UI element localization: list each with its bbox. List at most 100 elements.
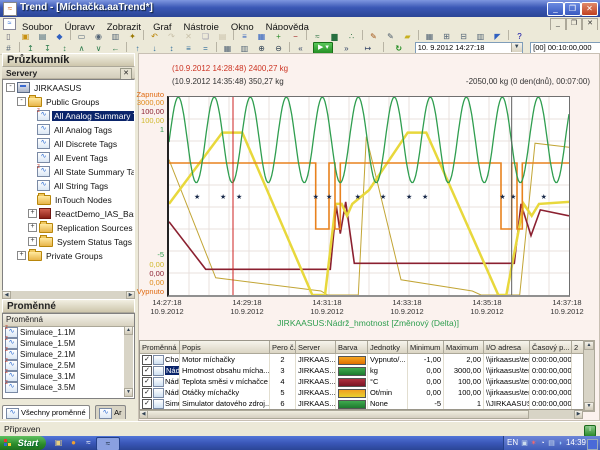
start-button[interactable]: Start <box>0 436 46 450</box>
tray-app1-icon[interactable]: ▣ <box>520 439 529 448</box>
tray-volume-icon[interactable]: ◗ <box>556 439 565 448</box>
scrollbar-thumb[interactable] <box>147 410 529 419</box>
column-header-prom-nn-[interactable]: Proměnná <box>140 341 180 354</box>
pen-checkbox[interactable]: ✓ <box>142 399 152 409</box>
pen-color-swatch[interactable] <box>338 400 366 409</box>
column-header-barva[interactable]: Barva <box>336 341 368 354</box>
tree-item-all-analog-tags[interactable]: ∿All Analog Tags <box>3 122 134 136</box>
table-row[interactable]: ✓Nádr...Teplota směsi v míchačce4JIRKAAS… <box>140 376 584 387</box>
pen-name-cell: ✓Chod... <box>140 354 180 365</box>
tree-item-reactdemo-ias-based[interactable]: +ReactDemo_IAS_Based <box>3 206 134 220</box>
scroll-left-icon[interactable]: ◀ <box>2 291 11 299</box>
tree-item-all-analog-summary-tags[interactable]: ∿All Analog Summary Tags <box>3 108 134 122</box>
tray-show-icon[interactable] <box>587 439 598 450</box>
table-vertical-scrollbar[interactable]: ▲ ▼ <box>583 340 595 412</box>
pen-server-cell: JIRKAAS... <box>296 354 336 365</box>
tree-expander-icon[interactable]: + <box>17 251 26 260</box>
pen-checkbox[interactable]: ✓ <box>142 377 152 387</box>
folder-icon <box>37 195 51 205</box>
variable-item[interactable]: ∿Simulace_2.5M <box>3 360 134 371</box>
close-button[interactable]: ✕ <box>581 2 598 16</box>
pen-name: Nádr... <box>165 377 180 386</box>
media-player-icon[interactable]: ● <box>67 437 80 449</box>
table-horizontal-scrollbar[interactable]: ◀ ▶ <box>139 410 583 419</box>
minimize-button[interactable]: _ <box>547 2 564 16</box>
tree-item-label: JIRKAASUS <box>32 83 83 93</box>
tree-expander-icon[interactable]: + <box>28 237 37 246</box>
column-header-minimum[interactable]: Minimum <box>408 341 444 354</box>
tree-expander-icon[interactable]: + <box>28 223 37 232</box>
scroll-up-icon[interactable]: ▲ <box>584 341 594 350</box>
column-header--asov-p-[interactable]: Časový p... <box>530 341 572 354</box>
pen-color-swatch[interactable] <box>338 378 366 387</box>
tree-item-all-discrete-tags[interactable]: ∿All Discrete Tags <box>3 136 134 150</box>
pen-name-cell: ✓Simul... <box>140 398 180 409</box>
variables-tabs-bar: ∿Všechny proměnné ∿Ar ◀ ▶ <box>2 401 135 417</box>
plot-area[interactable]: ★★★★★★★★★★★★ <box>167 96 570 297</box>
tab-archived[interactable]: ∿Ar <box>95 405 126 419</box>
tree-item-label: All State Summary Tags <box>52 167 135 177</box>
restore-button[interactable]: ❐ <box>564 2 581 16</box>
tree-expander-icon[interactable]: - <box>6 83 15 92</box>
pen-checkbox[interactable]: ✓ <box>142 366 152 376</box>
column-header-server[interactable]: Server <box>296 341 336 354</box>
tree-item-all-state-summary-tags[interactable]: ∿All State Summary Tags <box>3 164 134 178</box>
scroll-down-icon[interactable]: ▼ <box>584 402 594 411</box>
variable-item-label: Simulace_3.5M <box>20 383 75 392</box>
variable-item[interactable]: ∿Simulace_1.5M <box>3 338 134 349</box>
taskbar-app-button[interactable]: ≈ <box>96 437 120 450</box>
pen-max-cell: 1 <box>444 398 484 409</box>
tree-item-label: Private Groups <box>44 251 105 261</box>
table-row[interactable]: ✓Nádr...Otáčky míchačky5JIRKAAS...Ot/min… <box>140 387 584 398</box>
tree-item-all-event-tags[interactable]: ∿All Event Tags <box>3 150 134 164</box>
tab-all-variables[interactable]: ∿Všechny proměnné <box>2 405 90 419</box>
variables-vertical-scrollbar[interactable]: ▲ ▼ <box>124 326 133 397</box>
pen-color-swatch[interactable] <box>338 367 366 376</box>
tree-item-public-groups[interactable]: -Public Groups <box>3 94 134 108</box>
tree-item-replication-sources[interactable]: +Replication Sources <box>3 220 134 234</box>
scroll-right-icon[interactable]: ▶ <box>574 410 583 419</box>
tree-expander-icon[interactable]: - <box>17 97 26 106</box>
column-header-popis[interactable]: Popis <box>180 341 270 354</box>
tree-item-label: All Analog Tags <box>52 125 114 135</box>
tree-horizontal-scrollbar[interactable]: ◀ ▶ <box>2 291 135 299</box>
column-header-i-o-adresa[interactable]: I/O adresa <box>484 341 530 354</box>
table-row[interactable]: ✓Nádr...Hmotnost obsahu mícha...3JIRKAAS… <box>140 365 584 376</box>
variable-item[interactable]: ∿Simulace_3.5M <box>3 382 134 393</box>
table-row[interactable]: ✓Chod...Motor míchačky2JIRKAAS...Vypnuto… <box>140 354 584 365</box>
pen-color-swatch[interactable] <box>338 389 366 398</box>
tray-alert-icon[interactable]: ✶ <box>529 439 538 448</box>
variable-item[interactable]: ∿Simulace_2.1M <box>3 349 134 360</box>
column-header-pero-[interactable]: Pero č. <box>270 341 296 354</box>
column-header-jednotky[interactable]: Jednotky <box>368 341 408 354</box>
tree-item-system-status-tags[interactable]: +System Status Tags <box>3 234 134 248</box>
scroll-down-icon[interactable]: ▼ <box>124 388 133 397</box>
variable-item[interactable]: ∿Simulace_1.1M <box>3 327 134 338</box>
tray-clock-icon[interactable]: ◔ <box>538 439 547 448</box>
scroll-up-icon[interactable]: ▲ <box>124 326 133 335</box>
tree-item-intouch-nodes[interactable]: InTouch Nodes <box>3 192 134 206</box>
variables-column-header[interactable]: Proměnná <box>3 314 134 327</box>
tree-expander-icon[interactable]: + <box>28 209 37 218</box>
tick-time: 14:29:18 <box>215 298 279 307</box>
variables-panel-header: Proměnné <box>2 299 135 313</box>
pen-checkbox[interactable]: ✓ <box>142 355 152 365</box>
pen-pero-cell: 6 <box>270 398 296 409</box>
chevron-down-icon[interactable]: ▼ <box>511 43 522 52</box>
tree-item-all-string-tags[interactable]: ∿All String Tags <box>3 178 134 192</box>
document-icon[interactable]: ≈ <box>3 18 16 30</box>
language-indicator[interactable]: EN <box>507 436 518 450</box>
pen-color-swatch[interactable] <box>338 356 366 365</box>
x-axis-tick-label: 14:27:1810.9.2012 <box>135 298 199 316</box>
table-row[interactable]: ✓Simul...Simulator datového zdroj...6JIR… <box>140 398 584 409</box>
column-header-maximum[interactable]: Maximum <box>444 341 484 354</box>
taskbar-clock[interactable]: 14:39 <box>566 436 586 450</box>
servers-panel-title: Servery <box>6 68 37 78</box>
tree-item-jirkaasus[interactable]: - JIRKAASUS <box>3 80 134 94</box>
variable-item[interactable]: ∿Simulace_3.1M <box>3 371 134 382</box>
show-desktop-icon[interactable]: ▣ <box>52 437 65 449</box>
tray-network-icon[interactable]: ▤ <box>547 439 556 448</box>
tree-item-private-groups[interactable]: + Private Groups <box>3 248 134 262</box>
trend-app-icon[interactable]: ≈ <box>82 437 95 449</box>
pen-checkbox[interactable]: ✓ <box>142 388 152 398</box>
